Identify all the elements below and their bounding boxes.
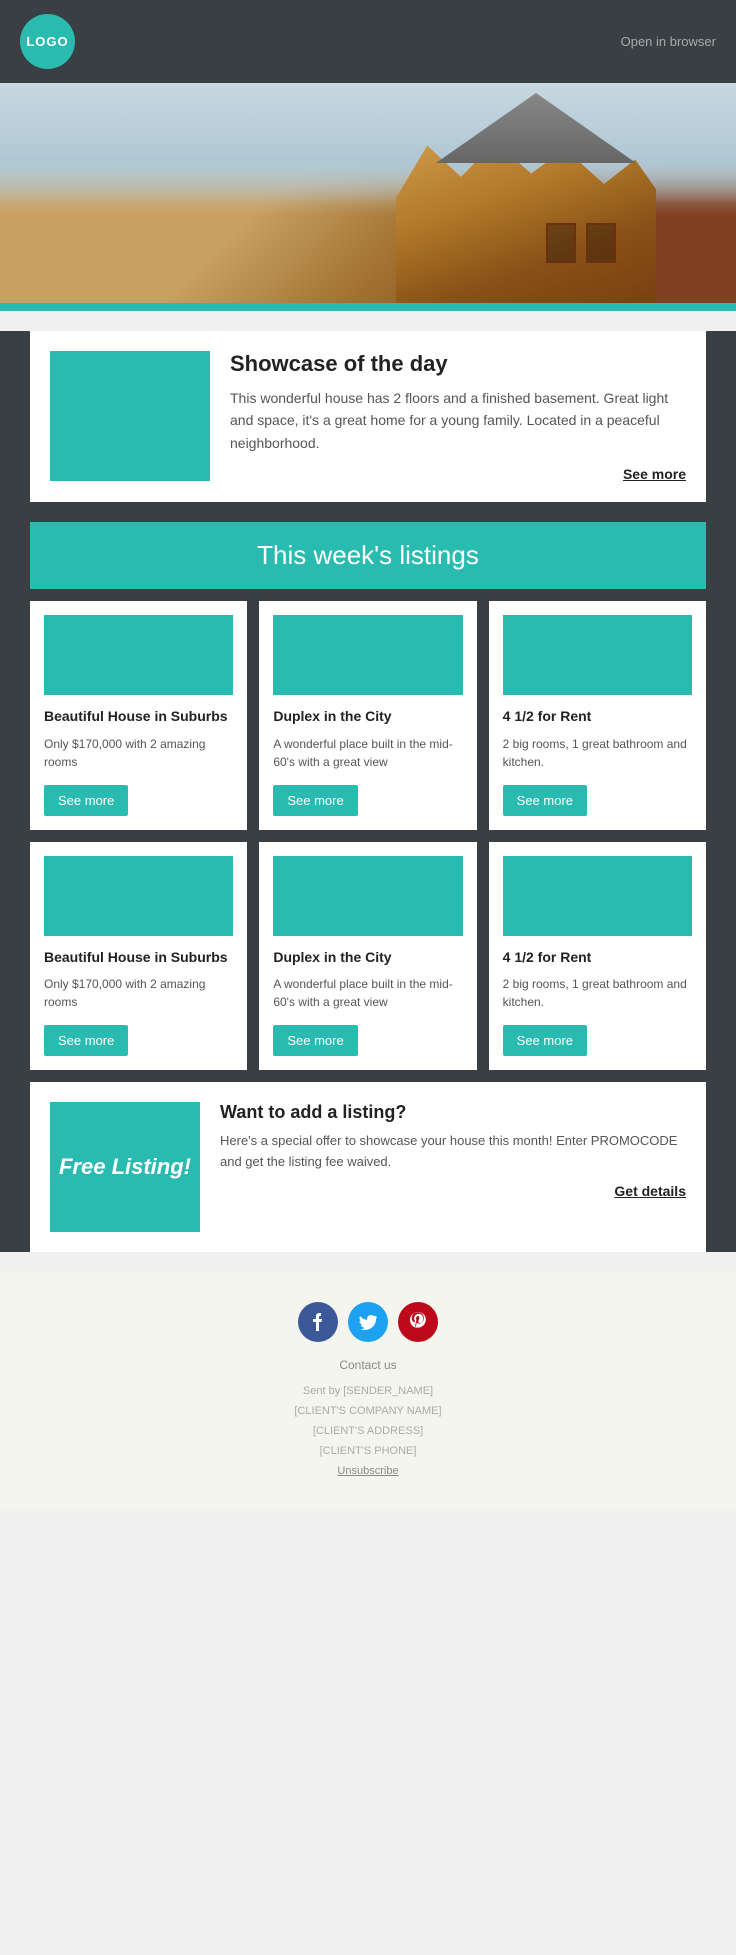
footer-sent-by: Sent by [SENDER_NAME] (20, 1382, 716, 1402)
listing-card-1: Duplex in the City A wonderful place bui… (259, 601, 476, 830)
showcase-content: Showcase of the day This wonderful house… (230, 351, 686, 482)
listings-title: This week's listings (257, 540, 479, 570)
listing-image-5 (503, 856, 692, 936)
hero-image (0, 83, 736, 303)
listing-desc-4: A wonderful place built in the mid-60's … (273, 975, 462, 1011)
listing-title-4: Duplex in the City (273, 948, 462, 968)
showcase-card: Showcase of the day This wonderful house… (30, 331, 706, 502)
free-listing-description: Here's a special offer to showcase your … (220, 1131, 686, 1173)
free-listing-image-text: Free Listing! (59, 1153, 191, 1182)
listing-image-4 (273, 856, 462, 936)
listing-card-3: Beautiful House in Suburbs Only $170,000… (30, 842, 247, 1071)
listing-card-5: 4 1/2 for Rent 2 big rooms, 1 great bath… (489, 842, 706, 1071)
footer-info: Sent by [SENDER_NAME] [CLIENT'S COMPANY … (20, 1382, 716, 1481)
listing-see-more-btn-3[interactable]: See more (44, 1025, 128, 1056)
listing-desc-2: 2 big rooms, 1 great bathroom and kitche… (503, 735, 692, 771)
open-in-browser-link[interactable]: Open in browser (621, 34, 716, 49)
listing-image-1 (273, 615, 462, 695)
listing-image-3 (44, 856, 233, 936)
content-area: Showcase of the day This wonderful house… (0, 331, 736, 1252)
facebook-icon[interactable] (298, 1302, 338, 1342)
logo: LOGO (20, 14, 75, 69)
showcase-see-more-link[interactable]: See more (230, 466, 686, 482)
listing-title-5: 4 1/2 for Rent (503, 948, 692, 968)
free-listing-image: Free Listing! (50, 1102, 200, 1232)
listings-header: This week's listings (30, 522, 706, 589)
listing-image-0 (44, 615, 233, 695)
footer-phone: [CLIENT'S PHONE] (20, 1442, 716, 1462)
showcase-description: This wonderful house has 2 floors and a … (230, 387, 686, 454)
footer: Contact us Sent by [SENDER_NAME] [CLIENT… (0, 1272, 736, 1511)
unsubscribe-link[interactable]: Unsubscribe (20, 1462, 716, 1482)
pinterest-icon[interactable] (398, 1302, 438, 1342)
listing-see-more-btn-2[interactable]: See more (503, 785, 587, 816)
listing-desc-5: 2 big rooms, 1 great bathroom and kitche… (503, 975, 692, 1011)
free-listing-title: Want to add a listing? (220, 1102, 686, 1123)
listing-card-2: 4 1/2 for Rent 2 big rooms, 1 great bath… (489, 601, 706, 830)
listing-see-more-btn-4[interactable]: See more (273, 1025, 357, 1056)
listing-desc-1: A wonderful place built in the mid-60's … (273, 735, 462, 771)
footer-contact: Contact us (20, 1358, 716, 1372)
hero-image-inner (0, 83, 736, 303)
footer-company: [CLIENT'S COMPANY NAME] (20, 1402, 716, 1422)
listing-desc-3: Only $170,000 with 2 amazing rooms (44, 975, 233, 1011)
listing-see-more-btn-1[interactable]: See more (273, 785, 357, 816)
listings-grid: Beautiful House in Suburbs Only $170,000… (30, 589, 706, 1082)
listing-card-0: Beautiful House in Suburbs Only $170,000… (30, 601, 247, 830)
free-listing-content: Want to add a listing? Here's a special … (220, 1102, 686, 1199)
listing-desc-0: Only $170,000 with 2 amazing rooms (44, 735, 233, 771)
listing-see-more-btn-5[interactable]: See more (503, 1025, 587, 1056)
social-icons (20, 1302, 716, 1342)
footer-address: [CLIENT'S ADDRESS] (20, 1422, 716, 1442)
twitter-icon[interactable] (348, 1302, 388, 1342)
listing-title-2: 4 1/2 for Rent (503, 707, 692, 727)
listing-title-3: Beautiful House in Suburbs (44, 948, 233, 968)
email-wrapper: LOGO Open in browser Showcase of the day… (0, 0, 736, 1511)
get-details-link[interactable]: Get details (220, 1183, 686, 1199)
listing-see-more-btn-0[interactable]: See more (44, 785, 128, 816)
teal-divider (0, 303, 736, 311)
free-listing-card: Free Listing! Want to add a listing? Her… (30, 1082, 706, 1252)
showcase-image (50, 351, 210, 481)
listing-image-2 (503, 615, 692, 695)
header: LOGO Open in browser (0, 0, 736, 83)
listing-title-0: Beautiful House in Suburbs (44, 707, 233, 727)
listing-card-4: Duplex in the City A wonderful place bui… (259, 842, 476, 1071)
showcase-title: Showcase of the day (230, 351, 686, 377)
listing-title-1: Duplex in the City (273, 707, 462, 727)
